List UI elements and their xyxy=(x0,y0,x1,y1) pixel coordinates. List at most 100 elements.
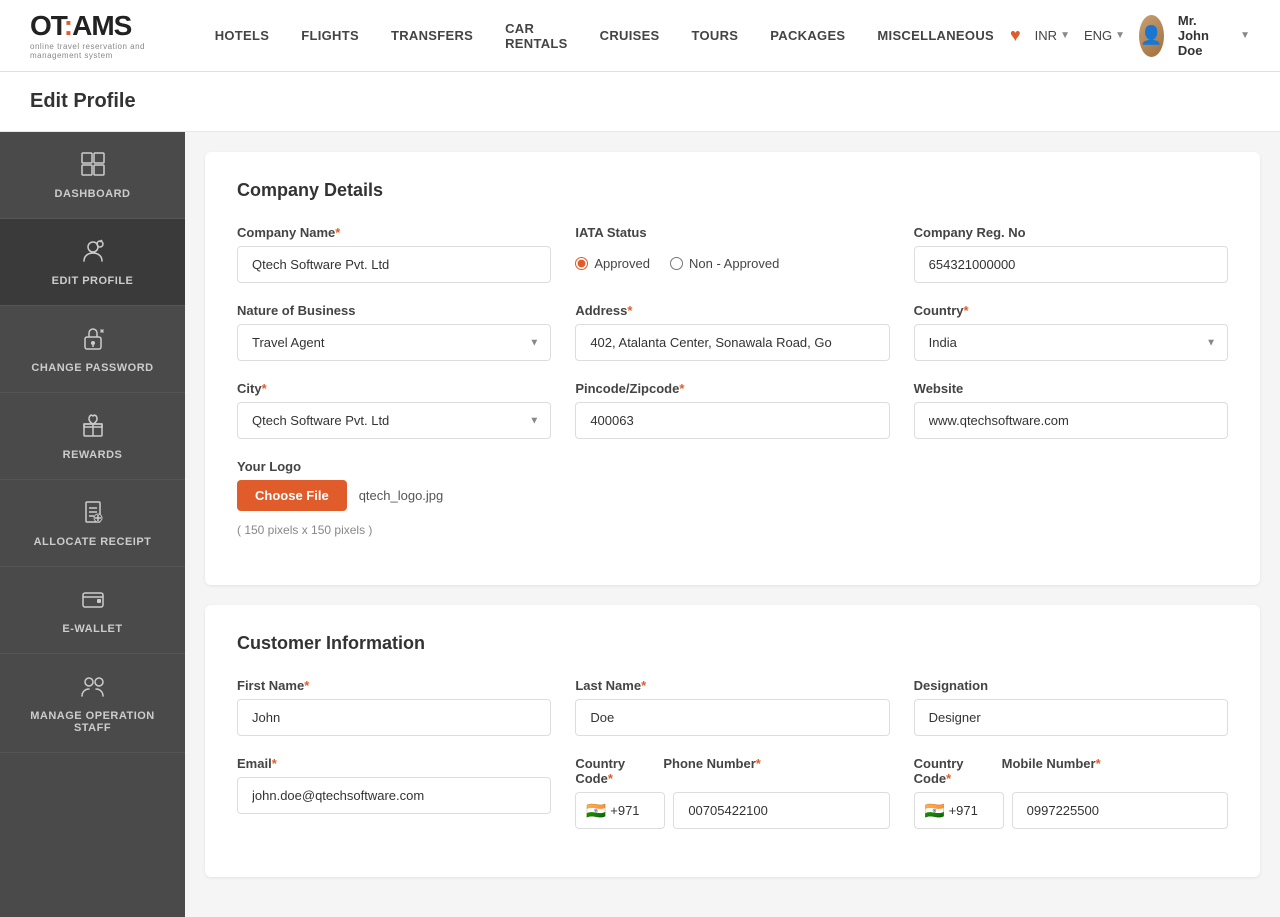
country-select[interactable]: India xyxy=(914,324,1228,361)
page-title: Edit Profile xyxy=(30,90,1250,113)
manage-staff-icon xyxy=(79,672,107,704)
city-select-wrapper: Qtech Software Pvt. Ltd xyxy=(237,402,551,439)
your-logo-label: Your Logo xyxy=(237,459,1228,474)
avatar: 👤 xyxy=(1139,15,1164,57)
company-reg-no-input[interactable] xyxy=(914,246,1228,283)
first-name-group: First Name* xyxy=(237,678,551,736)
nav-flights[interactable]: FLIGHTS xyxy=(285,0,375,72)
sidebar-item-rewards[interactable]: REWARDS xyxy=(0,393,185,480)
nav-car-rentals[interactable]: CAR RENTALS xyxy=(489,0,584,72)
main-content: Company Details Company Name* IATA Statu… xyxy=(185,132,1280,917)
sidebar-change-password-label: CHANGE PASSWORD xyxy=(31,362,153,374)
email-input[interactable] xyxy=(237,777,551,814)
choose-file-button[interactable]: Choose File xyxy=(237,480,347,511)
user-dropdown-icon[interactable]: ▼ xyxy=(1240,30,1250,41)
form-row-2: Nature of Business Travel Agent Address* xyxy=(237,303,1228,361)
nav-tours[interactable]: TOURS xyxy=(676,0,755,72)
form-row-1: Company Name* IATA Status Approved Non -… xyxy=(237,225,1228,283)
form-row-3: City* Qtech Software Pvt. Ltd Pincode/Zi… xyxy=(237,381,1228,439)
e-wallet-icon xyxy=(79,585,107,617)
iata-approved-label[interactable]: Approved xyxy=(575,256,650,271)
user-name: Mr. John Doe xyxy=(1178,13,1226,58)
logo-group: Your Logo Choose File qtech_logo.jpg ( 1… xyxy=(237,459,1228,537)
nature-of-business-select[interactable]: Travel Agent xyxy=(237,324,551,361)
iata-radio-group: Approved Non - Approved xyxy=(575,246,889,281)
website-input[interactable] xyxy=(914,402,1228,439)
sidebar-item-change-password[interactable]: CHANGE PASSWORD xyxy=(0,306,185,393)
phone-labels: Country Code* Phone Number* xyxy=(575,756,889,786)
company-reg-no-group: Company Reg. No xyxy=(914,225,1228,283)
wishlist-icon[interactable]: ♥ xyxy=(1010,25,1021,46)
customer-information-title: Customer Information xyxy=(237,633,1228,654)
last-name-input[interactable] xyxy=(575,699,889,736)
city-label: City* xyxy=(237,381,551,396)
currency-value: INR xyxy=(1035,28,1057,43)
customer-information-card: Customer Information First Name* Last Na… xyxy=(205,605,1260,877)
phone-number-input[interactable] xyxy=(673,792,889,829)
sidebar-item-manage-staff[interactable]: MANAGE OPERATION STAFF xyxy=(0,654,185,753)
sidebar-e-wallet-label: E-WALLET xyxy=(62,623,122,635)
iata-status-group: IATA Status Approved Non - Approved xyxy=(575,225,889,283)
website-group: Website xyxy=(914,381,1228,439)
nav-transfers[interactable]: TRANSFERS xyxy=(375,0,489,72)
company-details-card: Company Details Company Name* IATA Statu… xyxy=(205,152,1260,585)
nav-packages[interactable]: PACKAGES xyxy=(754,0,861,72)
last-name-label: Last Name* xyxy=(575,678,889,693)
iata-approved-radio[interactable] xyxy=(575,257,588,270)
currency-dropdown-icon: ▼ xyxy=(1060,30,1070,41)
main-layout: DASHBOARD EDIT PROFILE xyxy=(0,132,1280,917)
designation-input[interactable] xyxy=(914,699,1228,736)
logo-text: OT:AMS xyxy=(30,12,159,40)
nav-miscellaneous[interactable]: MISCELLANEOUS xyxy=(861,0,1010,72)
language-value: ENG xyxy=(1084,28,1112,43)
city-select[interactable]: Qtech Software Pvt. Ltd xyxy=(237,402,551,439)
mobile-group: Country Code* Mobile Number* 🇮🇳 +971 xyxy=(914,756,1228,829)
nav-hotels[interactable]: HOTELS xyxy=(199,0,286,72)
last-name-group: Last Name* xyxy=(575,678,889,736)
change-password-icon xyxy=(79,324,107,356)
sidebar: DASHBOARD EDIT PROFILE xyxy=(0,132,185,917)
sidebar-item-dashboard[interactable]: DASHBOARD xyxy=(0,132,185,219)
nature-of-business-label: Nature of Business xyxy=(237,303,551,318)
company-name-group: Company Name* xyxy=(237,225,551,283)
mobile-country-code: +971 xyxy=(949,803,978,818)
sidebar-item-edit-profile[interactable]: EDIT PROFILE xyxy=(0,219,185,306)
first-name-input[interactable] xyxy=(237,699,551,736)
iata-non-approved-radio[interactable] xyxy=(670,257,683,270)
edit-profile-icon xyxy=(79,237,107,269)
currency-selector[interactable]: INR ▼ xyxy=(1035,28,1070,43)
sidebar-manage-staff-label: MANAGE OPERATION STAFF xyxy=(10,710,175,734)
header-right: ♥ INR ▼ ENG ▼ 👤 Mr. John Doe ▼ xyxy=(1010,13,1250,58)
customer-form-row-2: Email* Country Code* Phone Number* 🇮🇳 +9… xyxy=(237,756,1228,829)
country-label: Country* xyxy=(914,303,1228,318)
language-selector[interactable]: ENG ▼ xyxy=(1084,28,1125,43)
phone-country-code: +971 xyxy=(610,803,639,818)
pincode-group: Pincode/Zipcode* xyxy=(575,381,889,439)
company-name-label: Company Name* xyxy=(237,225,551,240)
company-reg-no-label: Company Reg. No xyxy=(914,225,1228,240)
company-name-input[interactable] xyxy=(237,246,551,283)
address-label: Address* xyxy=(575,303,889,318)
designation-group: Designation xyxy=(914,678,1228,736)
file-hint: ( 150 pixels x 150 pixels ) xyxy=(237,523,1228,537)
pincode-label: Pincode/Zipcode* xyxy=(575,381,889,396)
sidebar-allocate-receipt-label: ALLOCATE RECEIPT xyxy=(34,536,152,548)
pincode-input[interactable] xyxy=(575,402,889,439)
main-nav: HOTELS FLIGHTS TRANSFERS CAR RENTALS CRU… xyxy=(199,0,1010,72)
nav-cruises[interactable]: CRUISES xyxy=(584,0,676,72)
nature-of-business-group: Nature of Business Travel Agent xyxy=(237,303,551,361)
dashboard-icon xyxy=(79,150,107,182)
iata-non-approved-label[interactable]: Non - Approved xyxy=(670,256,779,271)
phone-group: Country Code* Phone Number* 🇮🇳 +971 xyxy=(575,756,889,829)
mobile-number-input[interactable] xyxy=(1012,792,1228,829)
sidebar-item-allocate-receipt[interactable]: ALLOCATE RECEIPT xyxy=(0,480,185,567)
address-input[interactable] xyxy=(575,324,889,361)
nature-select-wrapper: Travel Agent xyxy=(237,324,551,361)
email-label: Email* xyxy=(237,756,551,771)
email-group: Email* xyxy=(237,756,551,829)
sidebar-item-e-wallet[interactable]: E-WALLET xyxy=(0,567,185,654)
city-group: City* Qtech Software Pvt. Ltd xyxy=(237,381,551,439)
first-name-label: First Name* xyxy=(237,678,551,693)
file-name: qtech_logo.jpg xyxy=(359,488,444,503)
page-title-bar: Edit Profile xyxy=(0,72,1280,132)
